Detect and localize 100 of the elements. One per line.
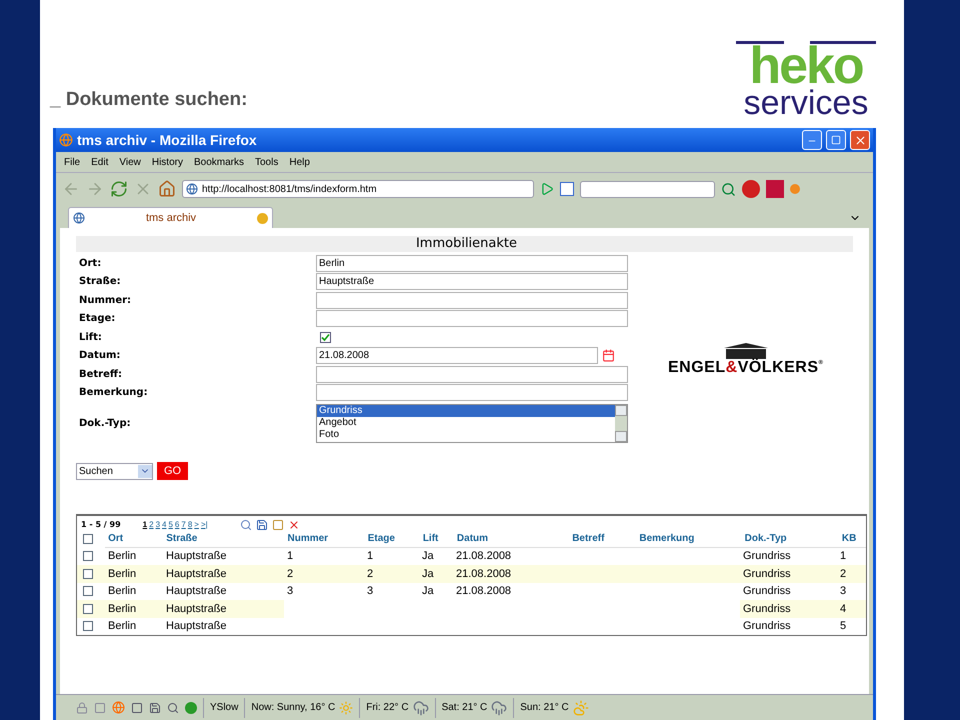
field-label: Ort: — [78, 256, 102, 271]
heko-logo: heko services — [736, 41, 876, 118]
table-cell: 3 — [840, 585, 846, 597]
text-field[interactable]: Hauptstraße — [316, 273, 628, 290]
page-link[interactable]: 3 — [156, 519, 160, 531]
go-icon[interactable] — [540, 182, 554, 196]
go-button[interactable]: GO — [157, 462, 188, 480]
text-field[interactable]: Berlin — [316, 254, 628, 272]
back-icon[interactable] — [62, 180, 80, 198]
page-link[interactable]: 7 — [181, 519, 186, 531]
listbox[interactable]: Grundriss Angebot Foto — [316, 404, 628, 442]
page-link[interactable]: 4 — [162, 519, 166, 531]
rain-cloud-icon — [412, 700, 429, 716]
table-cell: Ja — [422, 585, 434, 597]
text-field[interactable] — [316, 384, 628, 402]
search-engine-icon[interactable] — [560, 182, 574, 196]
menu-item[interactable]: Tools — [255, 154, 278, 170]
page-link[interactable]: >| — [200, 519, 208, 531]
table-cell: 1 — [287, 550, 294, 562]
tab[interactable]: tms archiv — [68, 207, 273, 228]
table-cell: 1 — [840, 550, 846, 562]
tab-close-icon[interactable] — [257, 212, 268, 224]
search-icon[interactable] — [240, 519, 252, 531]
page-link[interactable]: 2 — [149, 519, 154, 531]
field-label: Dok.-Typ: — [78, 416, 132, 430]
field-label: Lift: — [78, 330, 103, 345]
delete-icon[interactable] — [288, 519, 300, 531]
checkbox[interactable] — [320, 332, 331, 343]
menu-item[interactable]: View — [119, 154, 141, 170]
page-link[interactable]: 1 — [142, 519, 148, 531]
column-header[interactable]: Etage — [368, 533, 395, 544]
page-icon[interactable] — [94, 702, 106, 714]
text-field[interactable] — [316, 366, 628, 383]
list-option[interactable]: Angebot — [317, 416, 615, 428]
list-option[interactable]: Grundriss — [317, 404, 615, 416]
stop-sign-icon[interactable] — [742, 180, 760, 198]
column-header[interactable]: Ort — [108, 533, 124, 544]
date-field[interactable]: 21.08.2008 — [316, 347, 598, 364]
menu-item[interactable]: File — [64, 154, 80, 170]
menu-item[interactable]: Bookmarks — [194, 154, 244, 170]
calendar-icon[interactable] — [602, 349, 615, 362]
page-link[interactable]: 5 — [168, 519, 173, 531]
column-header[interactable]: Nummer — [288, 533, 328, 544]
menu-item[interactable]: Edit — [91, 154, 108, 170]
tab-title: tms archiv — [144, 210, 198, 226]
action-select[interactable]: Suchen — [76, 462, 153, 480]
sun-icon — [339, 700, 354, 714]
table-row[interactable]: Berlin Hauptstraße 2 2 Ja 21.08.2008 Grundriss 2 — [77, 565, 866, 582]
row-checkbox[interactable] — [83, 621, 93, 632]
row-checkbox[interactable] — [83, 604, 93, 614]
reload-icon[interactable] — [110, 180, 128, 198]
list-option[interactable]: Foto — [317, 428, 615, 440]
forward-icon[interactable] — [86, 180, 104, 198]
page-link[interactable]: 6 — [174, 519, 180, 531]
select-value: Suchen — [79, 464, 113, 478]
maximize-icon — [831, 135, 841, 145]
column-header[interactable]: Straße — [166, 533, 198, 544]
maximize-button[interactable] — [826, 130, 846, 150]
table-cell: Berlin — [108, 568, 136, 580]
row-checkbox[interactable] — [83, 568, 93, 579]
scrollbar[interactable] — [615, 404, 627, 442]
form-title: Immobilienakte — [416, 236, 517, 252]
url-field[interactable]: http://localhost:8081/tms/indexform.htm — [182, 180, 534, 198]
document-icon[interactable] — [131, 702, 143, 714]
search-field[interactable] — [580, 180, 715, 198]
column-header[interactable]: Datum — [456, 533, 488, 544]
table-cell: 3 — [287, 585, 294, 597]
save-icon[interactable] — [149, 702, 161, 714]
table-row[interactable]: Berlin Hauptstraße Grundriss 4 — [77, 600, 866, 618]
globe-icon — [186, 183, 198, 195]
close-button[interactable] — [850, 130, 870, 150]
column-header[interactable]: Bemerkung — [639, 533, 694, 544]
table-cell: Ja — [422, 550, 434, 562]
firefox-icon[interactable] — [112, 701, 125, 714]
menu-item[interactable]: Help — [289, 154, 310, 170]
save-icon[interactable] — [256, 519, 268, 531]
row-checkbox[interactable] — [83, 551, 93, 562]
field-label: Etage: — [78, 312, 116, 326]
menu-item[interactable]: History — [152, 154, 183, 170]
table-cell: Hauptstraße — [166, 620, 227, 632]
column-header[interactable]: Dok.-Typ — [744, 533, 787, 544]
table-cell: 2 — [367, 568, 374, 580]
page-link[interactable]: 8 — [188, 519, 192, 531]
column-header[interactable]: Betreff — [572, 533, 604, 544]
table-cell: 3 — [367, 585, 374, 597]
table-cell: Berlin — [108, 620, 136, 632]
text-field[interactable] — [316, 292, 628, 309]
minimize-button[interactable] — [802, 130, 822, 150]
text-field[interactable] — [316, 310, 628, 328]
search-icon[interactable] — [721, 182, 736, 196]
close-icon — [854, 134, 866, 146]
page-link[interactable]: > — [194, 519, 199, 531]
column-header[interactable]: KB — [842, 533, 856, 544]
home-icon[interactable] — [158, 180, 176, 198]
table-cell: 2 — [287, 568, 294, 580]
row-checkbox[interactable] — [83, 586, 93, 596]
select-all-checkbox[interactable] — [83, 534, 93, 544]
table-cell: Grundriss — [743, 602, 791, 614]
column-header[interactable]: Lift — [422, 533, 438, 544]
lock-icon[interactable] — [76, 702, 88, 714]
